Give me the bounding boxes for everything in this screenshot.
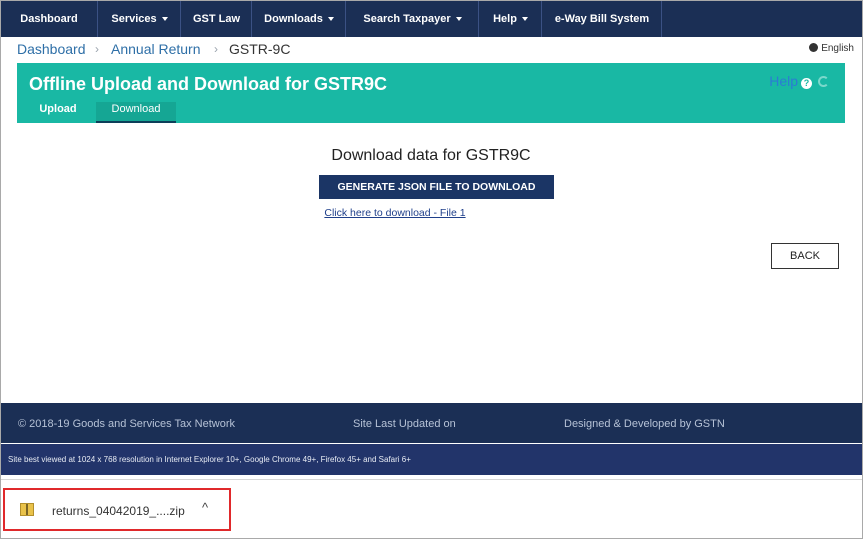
page-header: Offline Upload and Download for GSTR9C H… [17,63,845,123]
tab-upload[interactable]: Upload [29,102,87,123]
breadcrumb-separator: › [95,42,99,56]
footer-designed-by: Designed & Developed by GSTN [564,418,725,430]
breadcrumb-annual-return[interactable]: Annual Return [111,41,201,57]
nav-item-help[interactable]: Help [480,1,542,37]
footer-notice: Site best viewed at 1024 x 768 resolutio… [1,444,862,475]
language-selector[interactable]: English [809,43,854,54]
nav-item-downloads[interactable]: Downloads [253,1,346,37]
nav-label: GST Law [192,13,241,25]
download-heading: Download data for GSTR9C [331,147,531,164]
top-navigation: Dashboard Services GST Law Downloads Sea… [1,1,862,37]
generate-json-button[interactable]: GENERATE JSON FILE TO DOWNLOAD [319,175,554,199]
nav-label: Services [111,13,157,25]
download-file-name: returns_04042019_....zip [52,504,185,518]
nav-item-search-taxpayer[interactable]: Search Taxpayer [347,1,479,37]
back-button[interactable]: BACK [771,243,839,269]
page-title: Offline Upload and Download for GSTR9C [29,74,387,94]
breadcrumb-current: GSTR-9C [229,41,291,57]
nav-label: Downloads [264,13,323,25]
browser-frame: Dashboard Services GST Law Downloads Sea… [0,0,863,539]
help-link[interactable]: Help? [769,73,829,89]
main-content: Download data for GSTR9C GENERATE JSON F… [17,123,845,401]
nav-item-dashboard[interactable]: Dashboard [1,1,98,37]
download-link-text[interactable]: Click here to download - File 1 [324,207,465,219]
breadcrumb-separator: › [214,42,218,56]
nav-item-eway-bill[interactable]: e-Way Bill System [543,1,662,37]
caret-down-icon [327,17,334,22]
footer: © 2018-19 Goods and Services Tax Network… [1,403,862,443]
download-item[interactable]: returns_04042019_....zip ^ [3,488,231,531]
footer-last-updated: Site Last Updated on [353,418,456,430]
language-label: English [821,43,854,54]
nav-label: Search Taxpayer [363,13,451,25]
chevron-up-icon[interactable]: ^ [202,500,208,515]
nav-label: Dashboard [20,13,78,25]
nav-item-gst-law[interactable]: GST Law [182,1,252,37]
globe-icon [809,43,819,52]
tab-download[interactable]: Download [96,102,176,123]
caret-down-icon [521,17,528,22]
help-label: Help [769,73,798,89]
caret-down-icon [161,17,168,22]
footer-best-viewed: Site best viewed at 1024 x 768 resolutio… [8,455,411,464]
breadcrumb: Dashboard › Annual Return › GSTR-9C Engl… [1,37,862,63]
footer-copyright: © 2018-19 Goods and Services Tax Network [18,418,236,430]
download-file-link: Click here to download - File 1 [17,207,773,219]
zip-file-icon [20,503,34,516]
refresh-icon[interactable] [818,76,829,87]
question-icon: ? [801,78,812,89]
download-bar: returns_04042019_....zip ^ [1,479,862,538]
nav-label: Help [493,13,517,25]
nav-label: e-Way Bill System [554,13,650,25]
nav-item-services[interactable]: Services [99,1,181,37]
caret-down-icon [455,17,462,22]
breadcrumb-dashboard[interactable]: Dashboard [17,41,86,57]
